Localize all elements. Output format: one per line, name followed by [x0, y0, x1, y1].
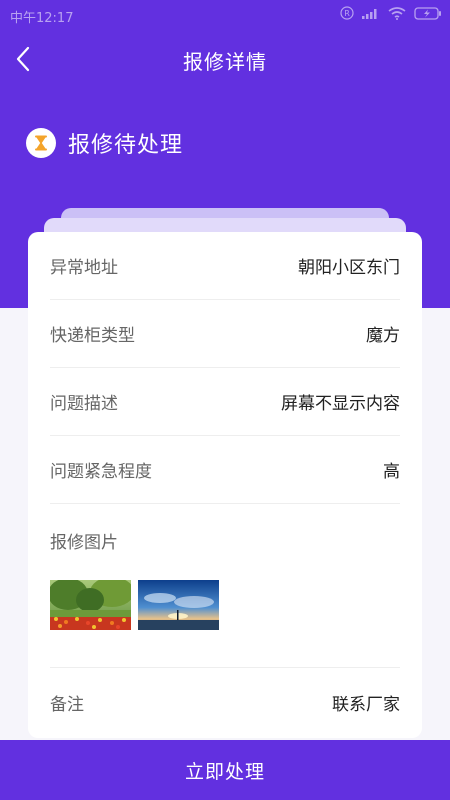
detail-value: 朝阳小区东门 — [298, 258, 400, 278]
ticket-status: 报修待处理 — [26, 126, 183, 160]
detail-label: 异常地址 — [50, 258, 118, 278]
process-now-label: 立即处理 — [184, 760, 265, 783]
repair-detail-card: 异常地址 朝阳小区东门 快递柜类型 魔方 问题描述 屏幕不显示内容 问题紧急程度… — [28, 232, 422, 738]
wifi-icon — [388, 6, 406, 20]
nav-bar: 报修详情 — [0, 36, 450, 82]
detail-value: 高 — [383, 462, 400, 482]
hourglass-icon — [35, 135, 47, 151]
detail-row-address: 异常地址 朝阳小区东门 — [50, 232, 400, 300]
detail-row-urgency: 问题紧急程度 高 — [50, 436, 400, 504]
registered-icon: R — [340, 6, 354, 20]
detail-label: 问题描述 — [50, 394, 118, 414]
sky-sunrise-photo[interactable] — [138, 580, 219, 630]
svg-text:R: R — [344, 9, 350, 18]
remark-label: 备注 — [50, 694, 84, 715]
detail-row-locker-type: 快递柜类型 魔方 — [50, 300, 400, 368]
photo-list — [50, 580, 219, 630]
status-bar: 中午12:17 R — [0, 0, 450, 30]
detail-row-remark: 备注 联系厂家 — [50, 668, 400, 736]
page-title: 报修详情 — [183, 50, 267, 74]
detail-value: 魔方 — [366, 326, 400, 346]
detail-label: 快递柜类型 — [50, 326, 135, 346]
photos-label: 报修图片 — [50, 533, 118, 553]
battery-icon — [414, 6, 441, 20]
signal-icon — [362, 9, 377, 19]
ticket-status-label: 报修待处理 — [68, 133, 184, 158]
detail-value: 屏幕不显示内容 — [281, 394, 400, 414]
flower-garden-photo[interactable] — [50, 580, 131, 630]
detail-label: 问题紧急程度 — [50, 462, 152, 482]
process-now-button[interactable]: 立即处理 — [0, 740, 450, 800]
status-time: 中午12:17 — [10, 11, 74, 26]
remark-value: 联系厂家 — [332, 694, 400, 715]
detail-row-problem: 问题描述 屏幕不显示内容 — [50, 368, 400, 436]
